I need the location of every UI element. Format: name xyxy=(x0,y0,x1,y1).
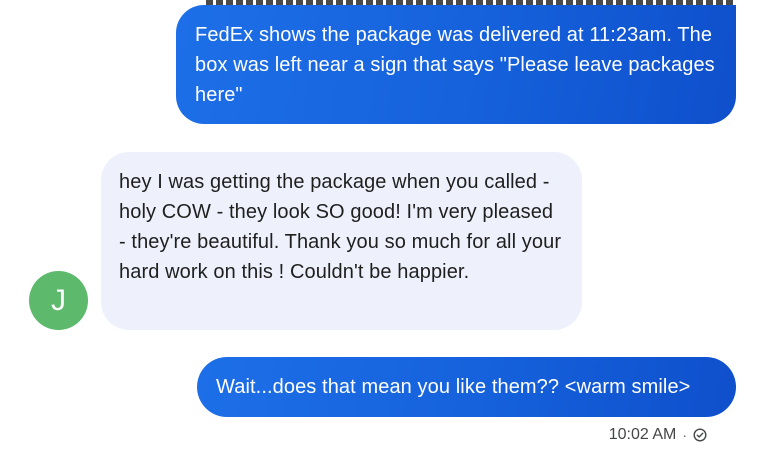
avatar[interactable]: J xyxy=(29,271,88,330)
conversation-view: FedEx shows the package was delivered at… xyxy=(0,0,757,458)
message-text: hey I was getting the package when you c… xyxy=(119,171,562,283)
outgoing-message[interactable]: Wait...does that mean you like them?? <w… xyxy=(197,357,736,417)
avatar-initial: J xyxy=(51,284,66,317)
message-text: FedEx shows the package was delivered at… xyxy=(195,24,715,106)
separator-dot: · xyxy=(682,427,687,443)
outgoing-message[interactable]: FedEx shows the package was delivered at… xyxy=(176,5,736,124)
message-text: Wait...does that mean you like them?? <w… xyxy=(216,376,691,398)
incoming-message[interactable]: hey I was getting the package when you c… xyxy=(101,152,582,330)
check-circle-icon xyxy=(693,428,707,442)
message-status: 10:02 AM · xyxy=(609,425,707,445)
message-timestamp: 10:02 AM xyxy=(608,426,677,443)
